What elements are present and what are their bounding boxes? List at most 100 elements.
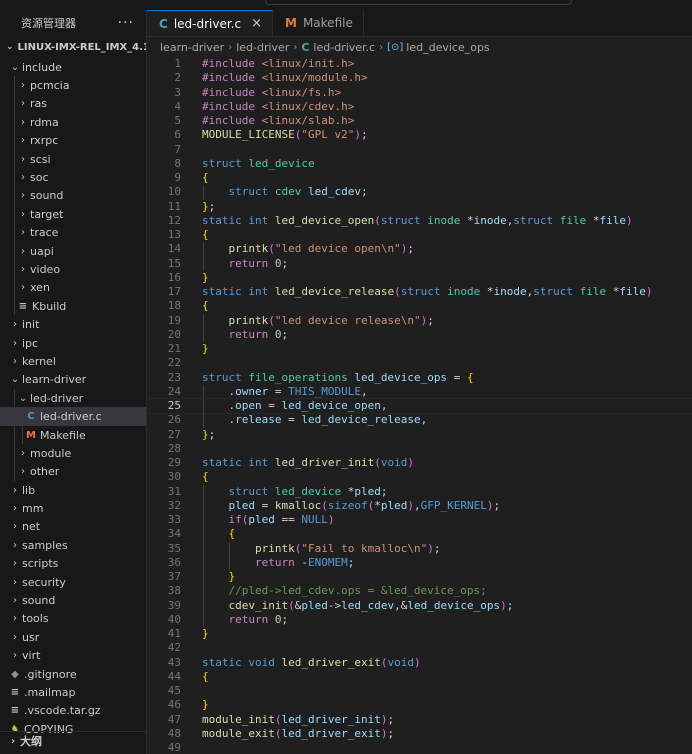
outline-section[interactable]: › 大纲 [0, 731, 146, 750]
folder-item[interactable]: ⌄ led-driver [0, 389, 146, 408]
file-item[interactable]: ≡ .mailmap [0, 683, 146, 701]
folder-item[interactable]: › ipc [0, 334, 146, 352]
code-line[interactable]: 27}; [147, 428, 692, 442]
code-line[interactable]: 43 static void led_driver_exit(void) [147, 656, 692, 670]
folder-item[interactable]: › ras [0, 94, 146, 114]
file-item[interactable]: Cled-driver.c [0, 407, 146, 426]
code-editor[interactable]: 1 #include <linux/init.h> 2 #include <linux… [147, 57, 692, 754]
code-line[interactable]: 12 static int led_device_open(struct inod… [147, 214, 692, 228]
tab-led-driver-c[interactable]: Cled-driver.c × [147, 10, 273, 36]
code-line[interactable]: 4 #include <linux/cdev.h> [147, 100, 692, 114]
indent-guide [14, 223, 15, 242]
more-actions-icon[interactable]: ··· [118, 15, 134, 31]
code-line[interactable]: 11}; [147, 200, 692, 214]
code-line[interactable]: 20 return 0; [147, 327, 692, 342]
code-line[interactable]: 37 } [147, 570, 692, 585]
workspace-root[interactable]: ⌄ LINUX-IMX-REL_IMX_4.1.1... [0, 36, 146, 58]
code-line[interactable]: 49 [147, 741, 692, 754]
breadcrumb-item[interactable]: led-driver [236, 41, 289, 54]
folder-item[interactable]: › samples [0, 536, 146, 554]
code-line[interactable]: 35 printk("Fail to kmalloc\n"); [147, 541, 692, 556]
code-line[interactable]: 5 #include <linux/slab.h> [147, 114, 692, 128]
folder-item[interactable]: › lib [0, 481, 146, 499]
folder-item[interactable]: › soc [0, 168, 146, 187]
folder-item[interactable]: › init [0, 315, 146, 333]
code-line[interactable]: 41} [147, 627, 692, 641]
code-line[interactable]: 45 [147, 684, 692, 698]
file-item[interactable]: ≡ Kbuild [0, 297, 146, 316]
file-item[interactable]: ◆ .gitignore [0, 665, 146, 683]
code-line[interactable]: 24 .owner = THIS_MODULE, [147, 384, 692, 399]
code-line[interactable]: 1 #include <linux/init.h> [147, 57, 692, 71]
folder-item[interactable]: › scsi [0, 149, 146, 169]
folder-item[interactable]: › tools [0, 610, 146, 628]
folder-item[interactable]: › sound [0, 591, 146, 609]
code-line[interactable]: 31 struct led_device *pled; [147, 484, 692, 499]
code-line[interactable]: 8 struct led_device [147, 157, 692, 171]
close-icon[interactable]: × [251, 16, 262, 31]
file-item[interactable]: M Makefile [0, 425, 146, 445]
code-line[interactable]: 29 static int led_driver_init(void) [147, 456, 692, 470]
code-line[interactable]: 26 .release = led_device_release, [147, 413, 692, 428]
folder-item[interactable]: › rxrpc [0, 131, 146, 150]
folder-item[interactable]: › scripts [0, 555, 146, 573]
code-line[interactable]: 39 cdev_init(&pled->led_cdev,&led_device… [147, 598, 692, 613]
command-center[interactable] [265, 0, 572, 5]
code-line[interactable]: 21} [147, 342, 692, 356]
code-line[interactable]: 34 { [147, 527, 692, 542]
code-line[interactable]: 22 [147, 356, 692, 370]
folder-item[interactable]: › security [0, 573, 146, 591]
folder-item[interactable]: › net [0, 518, 146, 536]
folder-item[interactable]: › kernel [0, 352, 146, 370]
code-line[interactable]: 16} [147, 271, 692, 285]
code-line[interactable]: 36 return -ENOMEM; [147, 555, 692, 570]
folder-item[interactable]: › other [0, 462, 146, 481]
tree-item-label: scsi [30, 152, 51, 166]
folder-item[interactable]: › mm [0, 499, 146, 517]
folder-item[interactable]: › module [0, 444, 146, 463]
breadcrumb-item[interactable]: led_device_ops [406, 41, 489, 54]
folder-item[interactable]: ⌄ include [0, 58, 146, 76]
code-line[interactable]: 46} [147, 698, 692, 712]
code-line[interactable]: 19 printk("led device release\n"); [147, 313, 692, 328]
code-line[interactable]: 15 return 0; [147, 256, 692, 271]
folder-item[interactable]: › usr [0, 628, 146, 646]
code-line[interactable]: 18 { [147, 299, 692, 313]
code-line[interactable]: 17 static int led_device_release(struct i… [147, 285, 692, 299]
line-number: 21 [167, 342, 181, 355]
folder-item[interactable]: › uapi [0, 241, 146, 261]
folder-item[interactable]: › virt [0, 647, 146, 665]
folder-item[interactable]: › sound [0, 186, 146, 206]
code-line[interactable]: 23 struct file_operations led_device_ops … [147, 371, 692, 385]
folder-item[interactable]: › trace [0, 223, 146, 242]
code-line[interactable]: 32 pled = kmalloc(sizeof(*pled),GFP_KERN… [147, 498, 692, 513]
code-line[interactable]: 33 if(pled == NULL) [147, 513, 692, 528]
breadcrumb-item[interactable]: led-driver.c [313, 41, 375, 54]
code-line[interactable]: 47 module_init(led_driver_init); [147, 713, 692, 727]
code-line[interactable]: 9{ [147, 171, 692, 185]
code-line[interactable]: 13 { [147, 228, 692, 242]
code-line[interactable]: 6 MODULE_LICENSE("GPL v2"); [147, 128, 692, 142]
code-line[interactable]: 14 printk("led device open\n"); [147, 242, 692, 257]
code-line[interactable]: 28 [147, 442, 692, 456]
code-line[interactable]: 3 #include <linux/fs.h> [147, 86, 692, 100]
file-item[interactable]: ≡ .vscode.tar.gz [0, 702, 146, 720]
tab-makefile[interactable]: M Makefile [273, 10, 364, 36]
folder-item[interactable]: › pcmcia [0, 76, 146, 95]
code-line[interactable]: 42 [147, 641, 692, 655]
code-line[interactable]: 25 .open = led_device_open, [147, 397, 692, 415]
folder-item[interactable]: ⌄ learn-driver [0, 371, 146, 389]
code-line[interactable]: 40 return 0; [147, 612, 692, 627]
code-line[interactable]: 44 { [147, 670, 692, 684]
code-line[interactable]: 38 //pled->led_cdev.ops = &led_device_op… [147, 584, 692, 599]
folder-item[interactable]: › xen [0, 278, 146, 298]
code-line[interactable]: 48 module_exit(led_driver_exit); [147, 727, 692, 741]
code-line[interactable]: 30 { [147, 470, 692, 484]
breadcrumb-item[interactable]: learn-driver [160, 41, 224, 54]
folder-item[interactable]: › rdma [0, 113, 146, 132]
folder-item[interactable]: › video [0, 260, 146, 279]
folder-item[interactable]: › target [0, 205, 146, 224]
code-line[interactable]: 10 struct cdev led_cdev; [147, 185, 692, 200]
code-line[interactable]: 2 #include <linux/module.h> [147, 71, 692, 85]
code-line[interactable]: 7 [147, 143, 692, 157]
